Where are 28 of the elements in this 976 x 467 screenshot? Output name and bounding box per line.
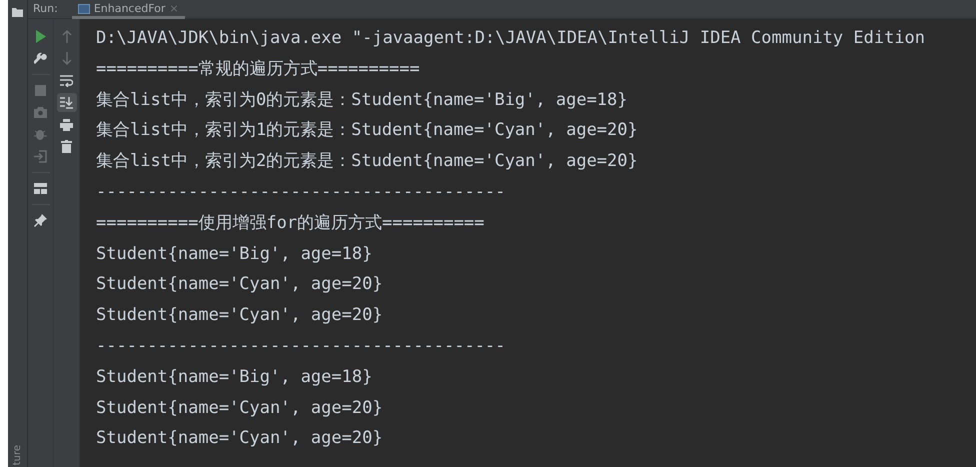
trash-icon[interactable] <box>61 140 72 153</box>
console-line: D:\JAVA\JDK\bin\java.exe "-javaagent:D:\JAVA\IDEA\IntelliJ IDEA Community Edition <box>96 27 926 50</box>
console-line: ==========常规的遍历方式========== <box>96 58 420 81</box>
run-icon[interactable] <box>34 30 46 43</box>
scroll-to-end-icon[interactable] <box>60 96 73 108</box>
close-icon[interactable]: × <box>169 0 179 18</box>
console-line: Student{name='Big', age=18} <box>96 242 372 266</box>
pin-icon[interactable] <box>34 214 47 227</box>
console-line: Student{name='Cyan', age=20} <box>96 273 383 296</box>
console-line: ---------------------------------------- <box>96 334 506 358</box>
console-line: ==========使用增强for的遍历方式========== <box>96 212 484 235</box>
console-icon <box>78 4 90 14</box>
console-line: Student{name='Big', age=18} <box>96 366 372 389</box>
layout-icon[interactable] <box>34 183 47 194</box>
console-line: 集合list中，索引为2的元素是：Student{name='Cyan', age=20} <box>96 150 638 174</box>
console-line: 集合list中，索引为1的元素是：Student{name='Cyan', age=20} <box>96 119 638 142</box>
console-line: ---------------------------------------- <box>96 180 506 204</box>
run-tab[interactable]: EnhancedFor × <box>72 0 185 18</box>
tool-window-label[interactable]: ture <box>10 444 25 465</box>
soft-wrap-icon[interactable] <box>60 74 73 86</box>
console-line: 集合list中，索引为0的元素是：Student{name='Big', age=18} <box>96 88 628 112</box>
console-line: Student{name='Cyan', age=20} <box>96 304 383 328</box>
wrench-icon[interactable] <box>34 52 47 65</box>
panel-title: Run: <box>33 0 58 17</box>
print-icon[interactable] <box>60 118 73 130</box>
folder-icon[interactable] <box>12 8 23 17</box>
console-line: Student{name='Cyan', age=20} <box>96 427 383 450</box>
console-line: Student{name='Cyan', age=20} <box>96 396 383 420</box>
